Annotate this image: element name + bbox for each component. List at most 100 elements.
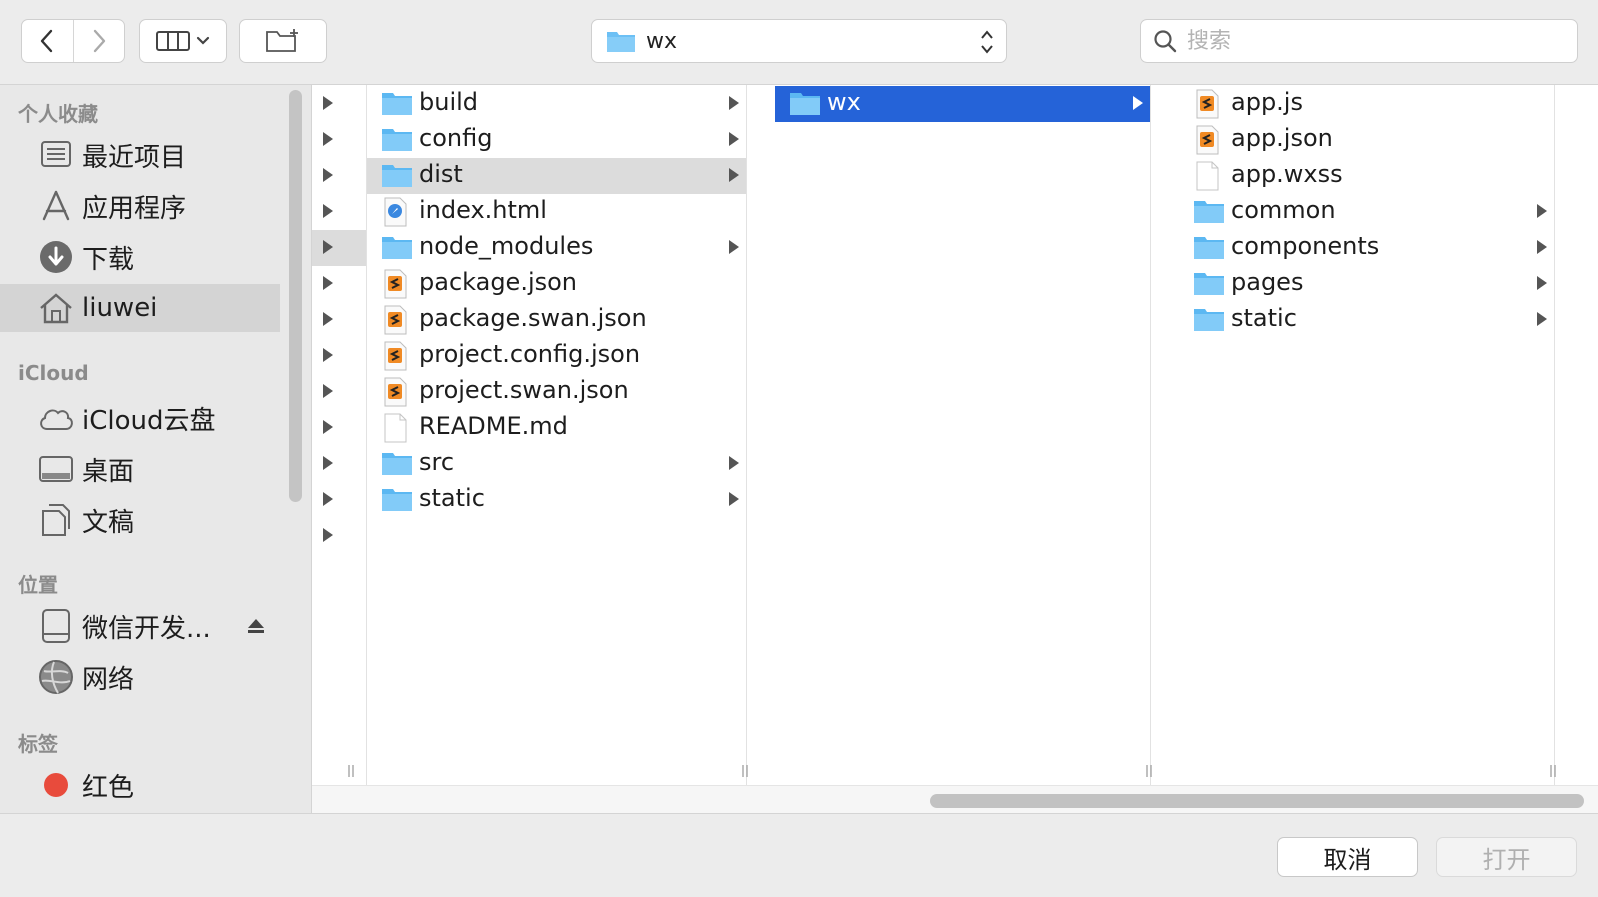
sidebar-item-documents[interactable]: 文稿 bbox=[0, 496, 280, 544]
file-row-app-js[interactable]: app.js bbox=[1179, 86, 1554, 122]
file-name: wx bbox=[827, 88, 861, 116]
sidebar-item-network[interactable]: 网络 bbox=[0, 653, 280, 701]
search-field[interactable] bbox=[1140, 19, 1578, 63]
file-row-components[interactable]: components bbox=[1179, 230, 1554, 266]
path-selector[interactable]: wx bbox=[591, 19, 1007, 63]
column-resize-handle[interactable] bbox=[346, 763, 358, 777]
sidebar-item-recents[interactable]: 最近项目 bbox=[0, 131, 280, 179]
sublime-file-icon bbox=[1193, 89, 1221, 123]
sidebar-item-applications[interactable]: 应用程序 bbox=[0, 182, 280, 230]
disclosure-arrow-icon bbox=[322, 311, 334, 331]
column-1-row[interactable] bbox=[312, 446, 366, 482]
sidebar-item-icloud-drive[interactable]: iCloud云盘 bbox=[0, 394, 280, 442]
file-name: project.swan.json bbox=[419, 376, 629, 404]
documents-icon bbox=[42, 504, 70, 536]
file-row-project-swan-json[interactable]: project.swan.json bbox=[367, 374, 746, 410]
file-row-package-json[interactable]: package.json bbox=[367, 266, 746, 302]
sidebar-item-label: iCloud云盘 bbox=[82, 405, 216, 436]
toolbar: wx bbox=[0, 0, 1598, 85]
column-1-row[interactable] bbox=[312, 194, 366, 230]
file-row-static[interactable]: static bbox=[367, 482, 746, 518]
view-mode-button[interactable] bbox=[139, 19, 227, 63]
disclosure-arrow-icon bbox=[1536, 203, 1548, 223]
file-row-package-swan-json[interactable]: package.swan.json bbox=[367, 302, 746, 338]
folder-icon bbox=[381, 161, 413, 193]
sidebar-section-favorites: 个人收藏 bbox=[18, 102, 98, 126]
disclosure-arrow-icon bbox=[728, 131, 740, 151]
column-1-row[interactable] bbox=[312, 230, 366, 266]
new-folder-button[interactable] bbox=[239, 19, 327, 63]
sidebar-item-wechat-drive[interactable]: 微信开发... bbox=[0, 602, 280, 650]
folder-icon bbox=[381, 89, 413, 121]
sidebar-item-label: 最近项目 bbox=[82, 142, 187, 173]
search-icon bbox=[1154, 30, 1177, 53]
horizontal-scroll-thumb[interactable] bbox=[930, 794, 1584, 808]
file-row-static[interactable]: static bbox=[1179, 302, 1554, 338]
forward-button[interactable] bbox=[72, 20, 125, 62]
file-row-common[interactable]: common bbox=[1179, 194, 1554, 230]
file-row-config[interactable]: config bbox=[367, 122, 746, 158]
disclosure-arrow-icon bbox=[322, 203, 334, 223]
column-resize-handle[interactable] bbox=[1548, 763, 1560, 777]
sidebar-item-home[interactable]: liuwei bbox=[0, 284, 280, 332]
file-row-wx[interactable]: wx bbox=[775, 86, 1150, 122]
folder-icon bbox=[381, 449, 413, 481]
horizontal-scrollbar[interactable] bbox=[312, 785, 1598, 814]
network-icon bbox=[39, 660, 73, 694]
file-row-project-config-json[interactable]: project.config.json bbox=[367, 338, 746, 374]
file-row-pages[interactable]: pages bbox=[1179, 266, 1554, 302]
bottom-bar: 取消 打开 bbox=[0, 813, 1598, 897]
column-1-row[interactable] bbox=[312, 86, 366, 122]
drive-icon bbox=[42, 609, 70, 643]
disclosure-arrow-icon bbox=[728, 455, 740, 475]
file-name: project.config.json bbox=[419, 340, 641, 368]
sidebar-item-label: 微信开发... bbox=[82, 613, 211, 644]
column-1-row[interactable] bbox=[312, 410, 366, 446]
cloud-icon bbox=[40, 409, 73, 430]
disclosure-arrow-icon bbox=[1536, 275, 1548, 295]
cancel-button[interactable]: 取消 bbox=[1277, 837, 1418, 877]
open-button[interactable]: 打开 bbox=[1436, 837, 1577, 877]
file-row-app-json[interactable]: app.json bbox=[1179, 122, 1554, 158]
folder-icon bbox=[381, 125, 413, 157]
sidebar-scrollbar[interactable] bbox=[289, 90, 302, 502]
back-button[interactable] bbox=[22, 20, 73, 62]
disclosure-arrow-icon bbox=[322, 419, 334, 439]
column-2: build config dist index.html node_modules pac… bbox=[367, 85, 748, 785]
sidebar-item-label: liuwei bbox=[82, 293, 158, 323]
disclosure-arrow-icon bbox=[322, 455, 334, 475]
column-resize-handle[interactable] bbox=[740, 763, 752, 777]
column-resize-handle[interactable] bbox=[1144, 763, 1156, 777]
file-row-node-modules[interactable]: node_modules bbox=[367, 230, 746, 266]
column-1-row[interactable] bbox=[312, 158, 366, 194]
file-row-dist[interactable]: dist bbox=[367, 158, 746, 194]
file-row-src[interactable]: src bbox=[367, 446, 746, 482]
column-1 bbox=[312, 85, 367, 785]
disclosure-arrow-icon bbox=[728, 167, 740, 187]
file-row-readme-md[interactable]: README.md bbox=[367, 410, 746, 446]
file-row-build[interactable]: build bbox=[367, 86, 746, 122]
column-1-row[interactable] bbox=[312, 518, 366, 554]
column-1-row[interactable] bbox=[312, 482, 366, 518]
column-1-row[interactable] bbox=[312, 302, 366, 338]
search-input[interactable] bbox=[1185, 27, 1569, 55]
column-1-row[interactable] bbox=[312, 266, 366, 302]
downloads-icon bbox=[40, 241, 72, 273]
file-name: static bbox=[1231, 304, 1297, 332]
column-1-row[interactable] bbox=[312, 374, 366, 410]
document-icon bbox=[1193, 161, 1221, 195]
column-1-row[interactable] bbox=[312, 338, 366, 374]
sidebar-item-tag-red[interactable]: 红色 bbox=[0, 761, 280, 809]
file-row-index-html[interactable]: index.html bbox=[367, 194, 746, 230]
folder-icon bbox=[789, 89, 821, 121]
sidebar-item-downloads[interactable]: 下载 bbox=[0, 233, 280, 281]
disclosure-arrow-icon bbox=[322, 239, 334, 259]
file-row-app-wxss[interactable]: app.wxss bbox=[1179, 158, 1554, 194]
disclosure-arrow-icon bbox=[728, 239, 740, 259]
sidebar-item-label: 网络 bbox=[82, 664, 135, 695]
eject-icon[interactable] bbox=[246, 616, 266, 636]
column-1-row[interactable] bbox=[312, 122, 366, 158]
file-name: package.json bbox=[419, 268, 578, 296]
sidebar-item-desktop[interactable]: 桌面 bbox=[0, 445, 280, 493]
applications-icon bbox=[42, 190, 70, 221]
